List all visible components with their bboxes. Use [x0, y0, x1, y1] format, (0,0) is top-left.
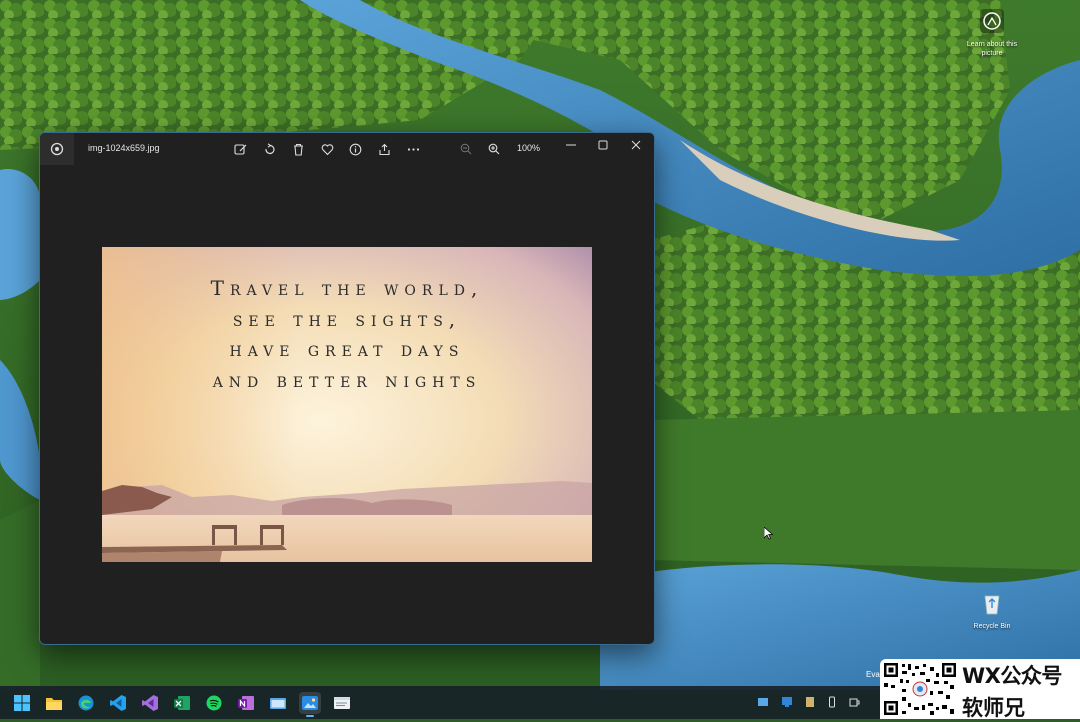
maximize-button[interactable] [587, 133, 619, 157]
recycle-bin-icon [984, 595, 1000, 615]
rotate-button[interactable] [261, 141, 277, 157]
zoom-out-button[interactable] [458, 141, 474, 157]
watermark-line-2: 软师兄 [962, 696, 1025, 720]
visual-studio-icon [142, 695, 158, 711]
rotate-icon [264, 142, 275, 154]
learn-about-label: Learn about this picture [966, 41, 1018, 57]
close-icon [631, 140, 641, 150]
share-icon [378, 143, 390, 155]
more-options-button[interactable] [405, 141, 421, 157]
close-button[interactable] [620, 133, 652, 157]
quote-line-2: see the sights, [232, 306, 462, 331]
taskbar-photos[interactable] [299, 692, 321, 717]
delete-icon [293, 143, 303, 156]
minimize-icon [566, 144, 576, 146]
corner-text: Eva [866, 670, 880, 679]
taskbar-visual-studio[interactable] [139, 692, 161, 714]
photos-app-icon [50, 142, 64, 156]
tray-cup-icon[interactable] [848, 696, 860, 708]
start-icon [14, 695, 30, 711]
start-button[interactable] [11, 692, 33, 714]
tray-app-icon[interactable] [804, 696, 816, 708]
more-icon [407, 147, 419, 151]
vscode-icon [110, 695, 126, 711]
zoom-level[interactable]: 100% [517, 143, 540, 153]
taskbar-spotify[interactable] [203, 692, 225, 714]
taskbar-vscode[interactable] [107, 692, 129, 714]
tray-window-icon[interactable] [757, 696, 769, 708]
maximize-icon [598, 140, 608, 150]
notepad-icon [334, 697, 350, 709]
delete-button[interactable] [290, 141, 306, 157]
spotify-icon [206, 695, 222, 711]
taskbar-file-explorer[interactable] [43, 692, 65, 714]
learn-about-picture-shortcut[interactable]: Learn about this picture [962, 8, 1022, 58]
info-button[interactable] [347, 141, 363, 157]
photos-window: img-1024x659.jpg 100% Travel the world, … [39, 132, 655, 645]
qr-code-icon [882, 661, 958, 717]
onenote-icon [238, 696, 254, 710]
photos-app-logo[interactable] [40, 133, 74, 165]
photos-icon [302, 696, 318, 710]
title-bar[interactable]: img-1024x659.jpg 100% [40, 133, 654, 165]
displayed-image[interactable]: Travel the world, see the sights, have g… [102, 247, 592, 562]
wechat-watermark: WX公众号 软师兄 [880, 659, 1080, 720]
edit-button[interactable] [232, 141, 248, 157]
file-name: img-1024x659.jpg [88, 143, 160, 153]
zoom-out-icon [460, 143, 472, 155]
tray-monitor-icon[interactable] [781, 696, 793, 708]
share-button[interactable] [376, 141, 392, 157]
excel-icon [174, 696, 190, 710]
quote-line-1: Travel the world, [210, 276, 484, 300]
taskbar-edge[interactable] [75, 692, 97, 714]
taskbar-explorer-window[interactable] [267, 692, 289, 714]
file-explorer-icon [46, 698, 62, 710]
tray-usb-icon[interactable] [826, 696, 838, 708]
taskbar-excel[interactable] [171, 692, 193, 714]
recycle-bin-label: Recycle Bin [973, 623, 1011, 630]
recycle-bin-shortcut[interactable]: Recycle Bin [962, 590, 1022, 631]
image-quote-text: Travel the world, see the sights, have g… [102, 273, 592, 395]
taskbar-onenote[interactable] [235, 692, 257, 714]
watermark-line-1: WX公众号 [962, 664, 1062, 688]
favorite-button[interactable] [319, 141, 335, 157]
quote-line-4: and better nights [212, 367, 482, 392]
quote-line-3: have great days [229, 337, 465, 361]
info-icon [349, 143, 361, 155]
edit-icon [233, 143, 246, 155]
zoom-in-icon [488, 143, 500, 155]
minimize-button[interactable] [555, 133, 587, 157]
taskbar-notepad[interactable] [331, 692, 353, 714]
edge-icon [78, 695, 94, 711]
mouse-cursor-icon [764, 527, 773, 540]
info-circle-icon [980, 9, 1004, 33]
zoom-in-button[interactable] [486, 141, 502, 157]
explorer-window-icon [270, 698, 286, 709]
favorite-icon [321, 143, 333, 155]
